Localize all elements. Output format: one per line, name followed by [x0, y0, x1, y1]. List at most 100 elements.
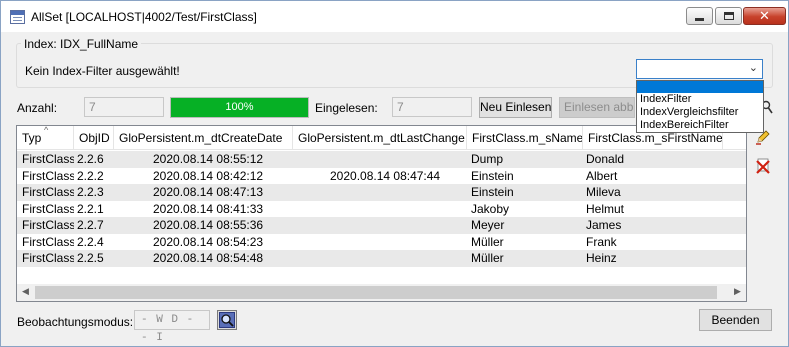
column-header-label: Typ	[22, 131, 42, 145]
cell-firstname: Heinz	[586, 251, 617, 265]
cell-name: Jakoby	[471, 201, 510, 216]
cell-createdate: 2020.08.14 08:41:33	[153, 201, 264, 216]
scroll-right-icon[interactable]: ▶	[729, 284, 746, 301]
close-button[interactable]: ✕	[743, 7, 786, 25]
column-header-label: GloPersistent.m_dtLastChange	[298, 131, 465, 145]
column-header-label: FirstClass.m_sName	[472, 131, 583, 145]
cell-lastchange	[330, 234, 467, 251]
cell-name: Dump	[471, 152, 504, 166]
delete-icon	[755, 158, 770, 174]
cell-firstname: James	[586, 218, 622, 232]
cell-lastchange	[330, 151, 467, 168]
cell-typ: FirstClass	[22, 168, 74, 183]
close-icon: ✕	[759, 8, 770, 24]
column-header-typ[interactable]: ^ Typ	[17, 126, 74, 150]
cell-createdate: 2020.08.14 08:54:23	[153, 234, 264, 249]
cell-createdate: 2020.08.14 08:54:48	[153, 251, 264, 265]
column-header-label: FirstClass.m_sFirstName	[588, 131, 723, 145]
table-row[interactable]: FirstClass 2.2.6 2020.08.14 08:55:12 Dump Do…	[17, 151, 746, 168]
index-filter-combo[interactable]: ⌄	[636, 59, 763, 79]
cell-typ: FirstClass	[22, 234, 74, 249]
beobachtungsmodus-field: - W D - - I	[134, 310, 210, 344]
index-filter-status: Kein Index-Filter ausgewählt!	[25, 64, 180, 78]
cell-name: Müller	[471, 234, 504, 249]
table-row[interactable]: FirstClass 2.2.3 2020.08.14 08:47:13 Einste…	[17, 184, 746, 201]
cell-createdate: 2020.08.14 08:42:12	[153, 168, 264, 183]
sort-ascending-icon: ^	[44, 126, 49, 135]
chevron-down-icon: ⌄	[748, 61, 758, 74]
cell-lastchange	[330, 217, 467, 234]
magnifier-icon	[219, 312, 235, 328]
cell-firstname: Mileva	[586, 185, 621, 199]
cell-objid: 2.2.7	[77, 218, 104, 232]
dropdown-option-indexfilter[interactable]: IndexFilter	[637, 93, 763, 106]
dropdown-option-indexbereichfilter[interactable]: IndexBereichFilter	[637, 119, 763, 132]
column-header-name[interactable]: FirstClass.m_sName	[467, 126, 583, 150]
window-title: AllSet [LOCALHOST|4002/Test/FirstClass]	[31, 10, 257, 24]
cell-lastchange	[330, 250, 467, 267]
minimize-button[interactable]	[686, 7, 713, 25]
cell-firstname: Donald	[586, 152, 625, 166]
results-table[interactable]: ^ Typ ObjID GloPersistent.m_dtCreateDate…	[16, 125, 747, 302]
scroll-left-icon[interactable]: ◀	[17, 284, 34, 301]
main-window: AllSet [LOCALHOST|4002/Test/FirstClass] …	[0, 0, 789, 347]
cell-name: Meyer	[471, 218, 505, 232]
eingelesen-label: Eingelesen:	[315, 101, 378, 115]
maximize-icon	[723, 12, 734, 20]
cell-objid: 2.2.4	[77, 234, 104, 249]
load-progress-bar: 100%	[170, 97, 309, 118]
cell-typ: FirstClass	[22, 218, 74, 232]
dropdown-selected-empty[interactable]	[637, 81, 763, 93]
beenden-button[interactable]: Beenden	[699, 309, 772, 331]
anzahl-label: Anzahl:	[17, 101, 58, 115]
delete-button[interactable]	[753, 156, 772, 176]
column-header-objid[interactable]: ObjID	[74, 126, 114, 150]
horizontal-scrollbar[interactable]: ◀ ▶	[17, 284, 746, 301]
cell-createdate: 2020.08.14 08:55:12	[153, 152, 264, 166]
cell-name: Müller	[471, 251, 504, 265]
cell-typ: FirstClass	[22, 201, 74, 216]
cell-firstname: Helmut	[586, 201, 625, 216]
cell-objid: 2.2.3	[77, 185, 104, 199]
table-row[interactable]: FirstClass 2.2.4 2020.08.14 08:54:23 Müller…	[17, 234, 746, 251]
table-row[interactable]: FirstClass 2.2.7 2020.08.14 08:55:36 Meyer J…	[17, 217, 746, 234]
maximize-button[interactable]	[715, 7, 742, 25]
cell-objid: 2.2.2	[77, 168, 104, 183]
cell-lastchange	[330, 184, 467, 201]
cell-typ: FirstClass	[22, 185, 74, 199]
anzahl-field: 7	[84, 97, 164, 117]
table-row[interactable]: FirstClass 2.2.2 2020.08.14 08:42:12 2020.0…	[17, 168, 746, 185]
beobachtungsmodus-label: Beobachtungsmodus:	[17, 315, 134, 329]
title-bar[interactable]: AllSet [LOCALHOST|4002/Test/FirstClass] …	[1, 1, 788, 32]
cell-objid: 2.2.6	[77, 152, 104, 166]
dropdown-option-indexvergleichsfilter[interactable]: IndexVergleichsfilter	[637, 106, 763, 119]
table-row[interactable]: FirstClass 2.2.1 2020.08.14 08:41:33 Jakoby…	[17, 201, 746, 218]
neu-einlesen-button[interactable]: Neu Einlesen	[479, 97, 552, 118]
cell-objid: 2.2.1	[77, 201, 104, 216]
eingelesen-field: 7	[392, 97, 472, 117]
cell-typ: FirstClass	[22, 152, 74, 166]
cell-firstname: Albert	[586, 168, 618, 183]
cell-lastchange	[330, 201, 467, 218]
column-header-lastchange[interactable]: GloPersistent.m_dtLastChange	[293, 126, 467, 150]
minimize-icon	[695, 17, 704, 21]
beobachtungsmodus-button[interactable]	[217, 310, 237, 330]
column-header-label: GloPersistent.m_dtCreateDate	[119, 131, 283, 145]
cell-firstname: Frank	[586, 234, 617, 249]
index-filter-dropdown[interactable]: IndexFilter IndexVergleichsfilter IndexB…	[636, 80, 764, 133]
column-header-createdate[interactable]: GloPersistent.m_dtCreateDate	[114, 126, 293, 150]
progress-text: 100%	[225, 101, 254, 113]
cell-createdate: 2020.08.14 08:55:36	[153, 218, 264, 232]
cell-createdate: 2020.08.14 08:47:13	[153, 185, 264, 199]
app-window-icon	[10, 10, 25, 24]
cell-lastchange: 2020.08.14 08:47:44	[330, 168, 441, 183]
scrollbar-thumb[interactable]	[35, 286, 717, 299]
einlesen-abbrechen-button[interactable]: Einlesen abbrechen	[559, 97, 635, 118]
table-row[interactable]: FirstClass 2.2.5 2020.08.14 08:54:48 Müller…	[17, 250, 746, 267]
cell-name: Einstein	[471, 185, 514, 199]
index-legend: Index: IDX_FullName	[21, 37, 142, 51]
cell-typ: FirstClass	[22, 251, 74, 265]
column-header-label: ObjID	[79, 131, 110, 145]
cell-objid: 2.2.5	[77, 251, 104, 265]
cell-name: Einstein	[471, 168, 514, 183]
